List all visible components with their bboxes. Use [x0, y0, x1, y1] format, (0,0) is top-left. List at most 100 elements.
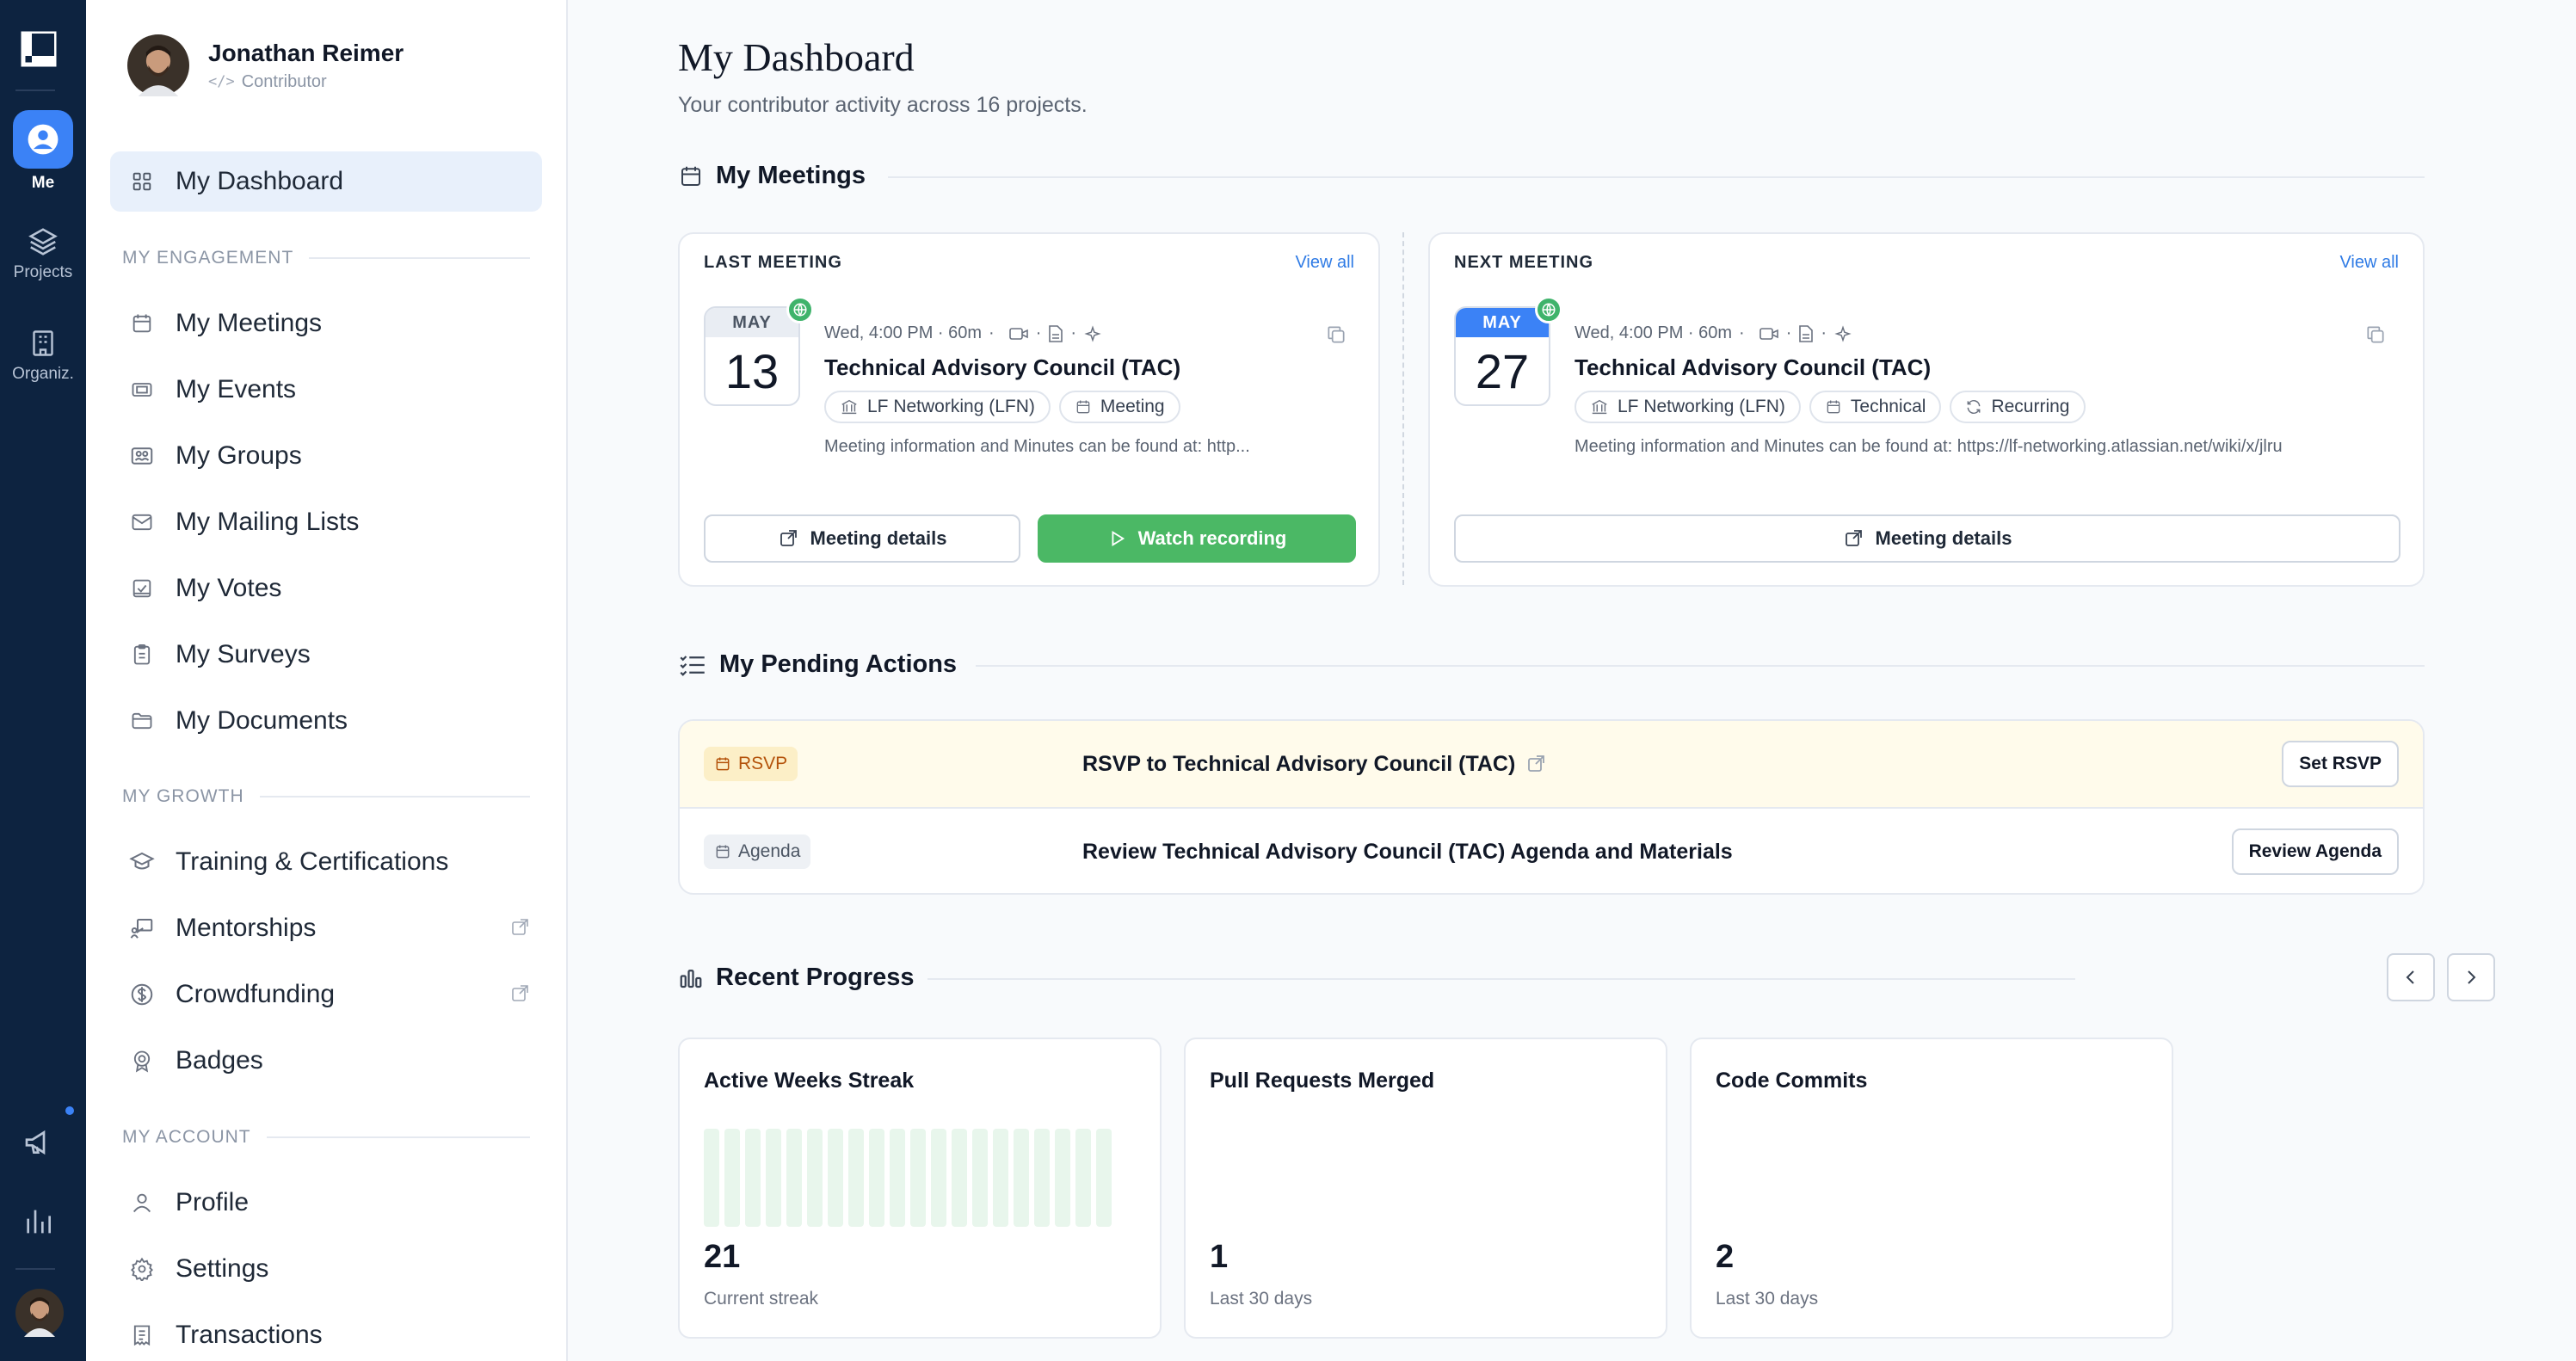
date-badge: MAY 13	[704, 306, 800, 406]
review-agenda-button[interactable]: Review Agenda	[2231, 828, 2399, 875]
type-chip: Technical	[1809, 391, 1942, 423]
sidebar-item-label: Mentorships	[176, 914, 317, 942]
card-title: Code Commits	[1716, 1068, 1868, 1093]
sidebar-item-training[interactable]: Training & Certifications	[110, 832, 542, 892]
set-rsvp-button[interactable]: Set RSVP	[2282, 741, 2399, 787]
sidebar-item-label: My Surveys	[176, 640, 311, 668]
institution-icon	[1590, 397, 1609, 416]
sidebar-item-badges[interactable]: Badges	[110, 1031, 542, 1091]
megaphone-icon[interactable]	[22, 1125, 57, 1160]
card-value: 2	[1716, 1239, 1735, 1275]
date-day: 13	[724, 344, 780, 398]
avatar[interactable]	[15, 1289, 64, 1337]
meeting-details-button[interactable]: Meeting details	[1454, 514, 2400, 563]
sidebar-item-label: My Events	[176, 375, 297, 403]
external-link-icon[interactable]	[509, 983, 530, 1004]
globe-icon	[786, 296, 814, 323]
sidebar-item-label: Training & Certifications	[176, 847, 449, 876]
rail-item-projects[interactable]: Projects	[0, 220, 86, 282]
meeting-title[interactable]: Technical Advisory Council (TAC)	[824, 354, 1180, 381]
sidebar-item-events[interactable]: My Events	[110, 360, 542, 420]
checklist-icon	[678, 652, 707, 678]
streak-bar	[972, 1129, 988, 1227]
calendar-icon	[678, 163, 704, 189]
calendar-icon	[1075, 398, 1092, 416]
user-profile[interactable]: Jonathan Reimer </> Contributor	[127, 34, 404, 96]
card-header: LAST MEETING	[704, 253, 842, 272]
document-icon	[1798, 324, 1814, 343]
avatar	[127, 34, 189, 96]
carousel-next-button[interactable]	[2447, 953, 2495, 1001]
action-text: Review Technical Advisory Council (TAC) …	[1082, 839, 1733, 864]
streak-bar	[1034, 1129, 1050, 1227]
copy-icon[interactable]	[2364, 323, 2387, 346]
rail-item-me[interactable]: Me	[0, 110, 86, 193]
card-value: 1	[1210, 1239, 1229, 1275]
calendar-icon	[714, 843, 731, 860]
progress-card-commits: Code Commits 2 Last 30 days	[1690, 1038, 2173, 1339]
logo-icon[interactable]	[21, 31, 57, 67]
layers-icon	[28, 228, 58, 256]
streak-bar	[828, 1129, 843, 1227]
external-link-icon[interactable]	[1525, 754, 1546, 774]
sidebar-item-label: My Documents	[176, 706, 348, 735]
card-title: Active Weeks Streak	[704, 1068, 915, 1093]
sidebar-item-mentorships[interactable]: Mentorships	[110, 898, 542, 958]
sidebar-item-label: My Mailing Lists	[176, 508, 360, 536]
sidebar-item-documents[interactable]: My Documents	[110, 691, 542, 751]
bar-chart-icon[interactable]	[22, 1204, 57, 1239]
rail-divider	[15, 1268, 55, 1270]
refresh-icon	[1965, 398, 1982, 416]
bar-chart-icon	[678, 965, 704, 991]
streak-bar	[910, 1129, 926, 1227]
building-icon	[33, 330, 53, 356]
sidebar-item-meetings[interactable]: My Meetings	[110, 293, 542, 354]
date-month: MAY	[706, 308, 798, 337]
external-link-icon	[778, 528, 798, 549]
rail-label: Projects	[13, 263, 73, 281]
agenda-tag: Agenda	[704, 834, 811, 869]
sidebar-item-label: Settings	[176, 1254, 269, 1283]
sidebar-item-crowdfunding[interactable]: Crowdfunding	[110, 964, 542, 1025]
institution-icon	[840, 397, 859, 416]
sidebar-item-votes[interactable]: My Votes	[110, 558, 542, 619]
sidebar-item-groups[interactable]: My Groups	[110, 426, 542, 486]
sidebar-item-mailing-lists[interactable]: My Mailing Lists	[110, 492, 542, 552]
sidebar-item-profile[interactable]: Profile	[110, 1173, 542, 1233]
streak-bar	[704, 1129, 719, 1227]
sidebar-item-surveys[interactable]: My Surveys	[110, 625, 542, 685]
meeting-details-button[interactable]: Meeting details	[704, 514, 1020, 563]
badge-icon	[127, 1046, 157, 1075]
users-icon	[127, 441, 157, 471]
progress-card-streak: Active Weeks Streak 21 Current streak	[678, 1038, 1162, 1339]
copy-icon[interactable]	[1325, 323, 1347, 346]
view-all-link[interactable]: View all	[2339, 253, 2399, 273]
streak-bar	[786, 1129, 802, 1227]
list-item: RSVP RSVP to Technical Advisory Council …	[680, 721, 2423, 807]
gear-icon	[127, 1254, 157, 1284]
meeting-description: Meeting information and Minutes can be f…	[824, 437, 1250, 456]
external-link-icon[interactable]	[509, 917, 530, 938]
streak-bar	[1075, 1129, 1091, 1227]
next-meeting-card: NEXT MEETING View all MAY 27 Wed, 4:00 P…	[1428, 232, 2425, 587]
view-all-link[interactable]: View all	[1295, 253, 1354, 273]
main-content: My Dashboard Your contributor activity a…	[568, 0, 2576, 1361]
watch-recording-button[interactable]: Watch recording	[1038, 514, 1356, 563]
sidebar-item-settings[interactable]: Settings	[110, 1239, 542, 1299]
calendar-icon	[1825, 398, 1842, 416]
carousel-prev-button[interactable]	[2387, 953, 2435, 1001]
play-icon	[1107, 529, 1126, 548]
streak-bar	[724, 1129, 740, 1227]
meeting-meta: Wed, 4:00 PM · 60m · · ·	[824, 323, 1109, 343]
video-icon	[1008, 325, 1029, 342]
card-header: NEXT MEETING	[1454, 253, 1594, 272]
user-icon	[28, 124, 59, 155]
date-badge: MAY 27	[1454, 306, 1550, 406]
presentation-icon	[127, 914, 157, 943]
rail-item-organizations[interactable]: Organiz.	[0, 322, 86, 384]
section-header-account: MY ACCOUNT	[122, 1127, 530, 1148]
sidebar-item-transactions[interactable]: Transactions	[110, 1305, 542, 1361]
sidebar-item-dashboard[interactable]: My Dashboard	[110, 151, 542, 212]
meeting-title[interactable]: Technical Advisory Council (TAC)	[1575, 354, 1931, 381]
ticket-icon	[127, 375, 157, 404]
